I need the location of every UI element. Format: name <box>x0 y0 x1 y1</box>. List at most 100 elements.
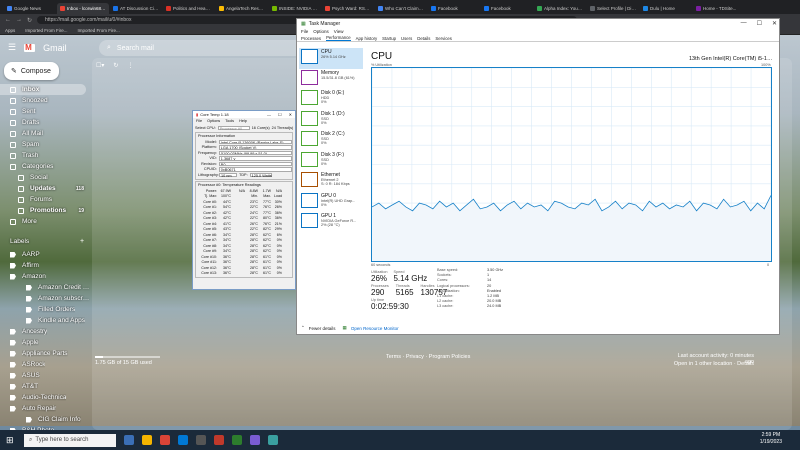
gmail-logo-text[interactable]: Gmail <box>43 43 67 53</box>
more-icon[interactable]: ⋮ <box>127 62 133 69</box>
tab-processes[interactable]: Processes <box>301 36 321 41</box>
tab-users[interactable]: Users <box>401 36 412 41</box>
browser-tab[interactable]: Politics and Heavy ... <box>163 3 215 14</box>
forward-icon[interactable]: → <box>16 17 22 23</box>
perf-item-memory[interactable]: Memory 15.5/31.8 GB (61%) <box>299 69 363 90</box>
nav-item-inbox[interactable]: Inbox <box>0 84 86 95</box>
close-icon[interactable]: ✕ <box>289 112 292 117</box>
tab-services[interactable]: Services <box>435 36 451 41</box>
label-item[interactable]: Apple <box>0 337 90 348</box>
main-menu-icon[interactable]: ☰ <box>8 42 16 53</box>
open-resource-monitor-link[interactable]: Open Resource Monitor <box>351 326 399 331</box>
refresh-icon[interactable]: ↻ <box>113 62 118 69</box>
label-item[interactable]: AT&T <box>0 381 90 392</box>
file-explorer-icon[interactable] <box>142 435 152 445</box>
bookmark-imported-2[interactable]: Imported From Fire... <box>78 28 120 33</box>
label-item[interactable]: Amazon Credit C... <box>0 282 90 293</box>
chrome-icon[interactable] <box>160 435 170 445</box>
app-icon[interactable] <box>250 435 260 445</box>
browser-tab[interactable]: Who Can't Claim t... <box>375 3 427 14</box>
processor-select[interactable]: Processor #0 <box>217 125 250 130</box>
browser-tab[interactable]: Alpha Index: Your ... <box>534 3 586 14</box>
task-manager-taskbar-icon[interactable] <box>232 435 242 445</box>
perf-item-cpu[interactable]: CPU 26% 5.14 GHz <box>299 48 363 69</box>
nav-item-sent[interactable]: Sent <box>0 106 90 117</box>
minimize-icon[interactable]: — <box>741 20 747 27</box>
menu-options[interactable]: Options <box>313 29 329 34</box>
label-item[interactable]: Ancestry <box>0 326 90 337</box>
taskbar-search[interactable]: ⌕ Type here to search <box>24 433 116 447</box>
task-view-icon[interactable] <box>124 435 134 445</box>
browser-tab[interactable]: INSIDE: NVIDIA Ge... <box>269 3 321 14</box>
nav-item-categories[interactable]: Categories <box>0 161 90 172</box>
menu-file[interactable]: File <box>301 29 308 34</box>
coretemp-taskbar-icon[interactable] <box>214 435 224 445</box>
nav-item-drafts[interactable]: Drafts <box>0 117 90 128</box>
browser-tab[interactable]: AT Discussion Circ... <box>110 3 162 14</box>
browser-tab[interactable]: Psych Ward: RSW S... <box>322 3 374 14</box>
menu-file[interactable]: File <box>196 119 202 123</box>
account-activity-details[interactable]: Open in 1 other location · Details <box>669 361 754 367</box>
label-item[interactable]: ASRock <box>0 359 90 370</box>
menu-options[interactable]: Options <box>207 119 220 123</box>
store-icon[interactable] <box>196 435 206 445</box>
search-mail-box[interactable]: ⌕ Search mail <box>99 40 309 56</box>
browser-tab[interactable]: Facebook <box>428 3 480 14</box>
nav-item-snoozed[interactable]: Snoozed <box>0 95 90 106</box>
tab-startup[interactable]: Startup <box>382 36 396 41</box>
label-item[interactable]: AARP <box>0 249 90 260</box>
tab-performance[interactable]: Performance <box>326 35 351 41</box>
label-item[interactable]: Amazon subscrip... <box>0 293 90 304</box>
perf-item-disk-2-c-[interactable]: Disk 2 (C:) SSD 0% <box>299 130 363 151</box>
perf-item-disk-1-d-[interactable]: Disk 1 (D:) SSD 0% <box>299 110 363 131</box>
browser-tab[interactable]: Inbox - lcorwin68@... <box>57 3 109 14</box>
nav-item-all mail[interactable]: All Mail <box>0 128 90 139</box>
browser-tab[interactable]: Home - TDSite... <box>693 3 745 14</box>
menu-help[interactable]: Help <box>239 119 247 123</box>
nav-item-promotions[interactable]: Promotions 19 <box>0 205 90 216</box>
nav-item-spam[interactable]: Spam <box>0 139 90 150</box>
perf-item-ethernet[interactable]: Ethernet Ethernet 2 S: 0 R: 184 Kbps <box>299 171 363 192</box>
tab-app-history[interactable]: App history <box>356 36 378 41</box>
nav-item-more[interactable]: More <box>0 216 90 227</box>
perf-item-disk-3-f-[interactable]: Disk 3 (F:) SSD 0% <box>299 151 363 172</box>
browser-tab[interactable]: Dulu | Home <box>640 3 692 14</box>
perf-item-gpu-0[interactable]: GPU 0 Intel(R) UHD Grap... 0% <box>299 192 363 213</box>
edge-icon[interactable] <box>178 435 188 445</box>
perf-item-disk-0-e-[interactable]: Disk 0 (E:) HDD 0% <box>299 89 363 110</box>
chevron-up-icon[interactable]: ⌃ <box>301 325 305 331</box>
fewer-details-link[interactable]: Fewer details <box>309 326 336 331</box>
label-item[interactable]: Appliance Parts <box>0 348 90 359</box>
label-item[interactable]: Affirm <box>0 260 90 271</box>
browser-tab[interactable]: Google News <box>4 3 56 14</box>
system-clock[interactable]: 2:59 PM 1/19/2023 <box>760 432 782 446</box>
add-label-icon[interactable]: + <box>80 238 84 245</box>
select-checkbox-icon[interactable]: ☐▾ <box>96 62 104 69</box>
nav-item-forums[interactable]: Forums <box>0 194 90 205</box>
maximize-icon[interactable]: ☐ <box>278 112 282 117</box>
browser-tab[interactable]: AngelaTech Resourc... <box>216 3 268 14</box>
footer-links[interactable]: Terms · Privacy · Program Policies <box>386 354 470 360</box>
nav-item-social[interactable]: Social <box>0 172 90 183</box>
app-icon-2[interactable] <box>268 435 278 445</box>
back-icon[interactable]: ← <box>5 17 11 23</box>
reload-icon[interactable]: ↻ <box>27 17 32 24</box>
menu-tools[interactable]: Tools <box>225 119 234 123</box>
label-item[interactable]: Auto Repair <box>0 403 90 414</box>
perf-item-gpu-1[interactable]: GPU 1 NVIDIA GeForce R... 2% (28 °C) <box>299 212 363 233</box>
search-icon[interactable]: ⌕ <box>107 44 111 52</box>
nav-item-updates[interactable]: Updates 118 <box>0 183 90 194</box>
maximize-icon[interactable]: ☐ <box>757 20 762 27</box>
tab-details[interactable]: Details <box>417 36 430 41</box>
bookmark-apps[interactable]: Apps <box>5 28 15 33</box>
label-item[interactable]: CIG Claim Info <box>0 414 90 425</box>
compose-button[interactable]: ✎ Compose <box>4 62 59 80</box>
nav-item-trash[interactable]: Trash <box>0 150 90 161</box>
label-item[interactable]: Audio-Technica <box>0 392 90 403</box>
label-item[interactable]: Filled Orders <box>0 304 90 315</box>
bookmark-imported-1[interactable]: Imported From Fire... <box>25 28 67 33</box>
close-icon[interactable]: ✕ <box>772 20 777 27</box>
minimize-icon[interactable]: — <box>267 112 271 117</box>
browser-tab[interactable]: Facebook <box>481 3 533 14</box>
browser-tab[interactable]: Select Profile | Dis... <box>587 3 639 14</box>
